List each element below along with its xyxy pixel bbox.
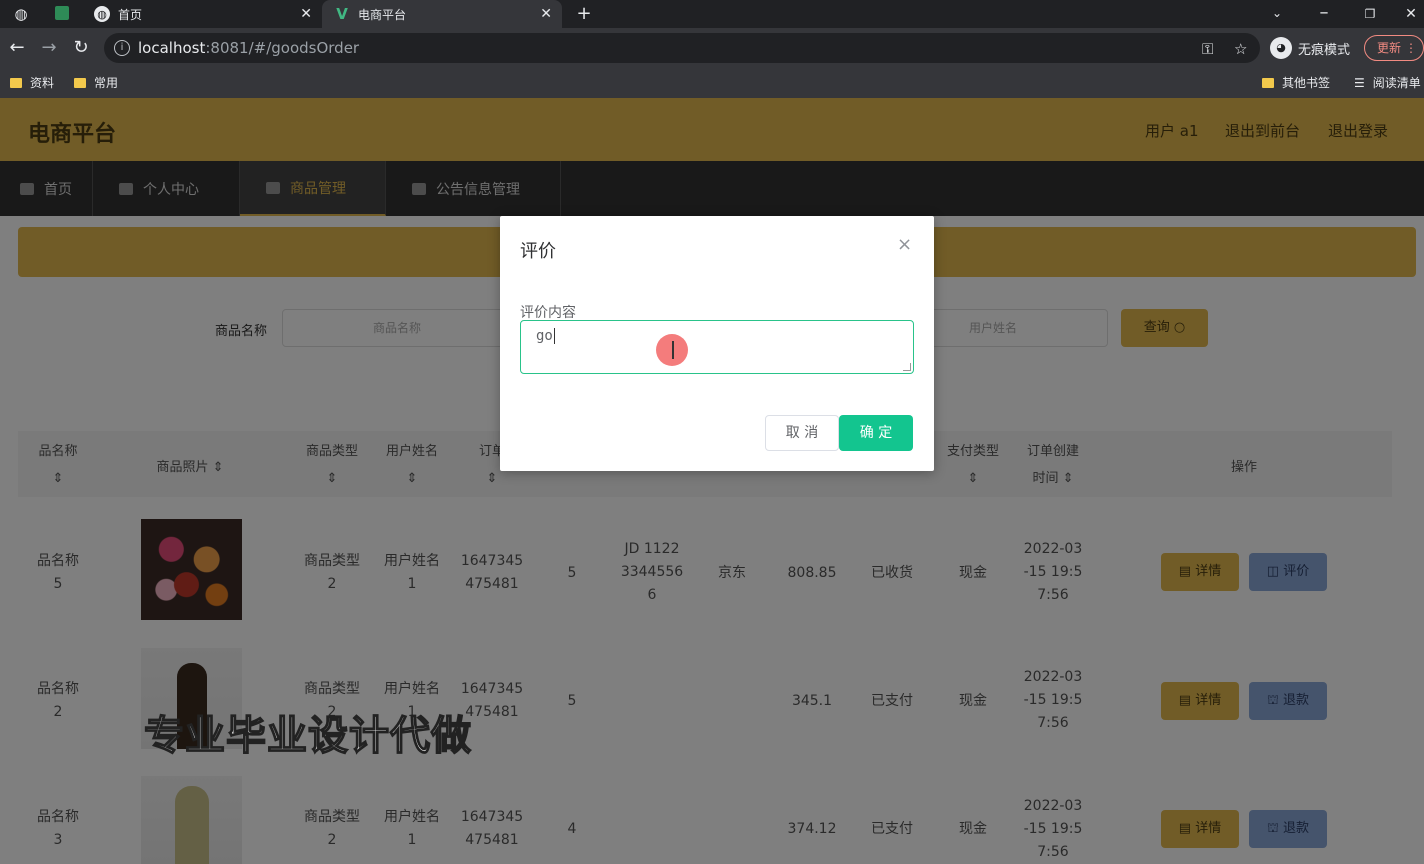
reading-list[interactable]: ☰ 阅读清单	[1354, 74, 1421, 91]
menu-icon: ⋮	[1405, 41, 1417, 55]
watermark-text: 专业毕业设计代做	[143, 712, 472, 760]
incognito-icon: ◕	[1270, 37, 1292, 59]
close-icon[interactable]: ×	[897, 234, 912, 255]
key-icon[interactable]: ⚿	[1202, 40, 1213, 58]
folder-icon	[10, 77, 22, 88]
review-content-label: 评价内容	[520, 305, 576, 321]
close-icon[interactable]: ✕	[300, 6, 312, 22]
close-window-icon[interactable]: ✕	[1400, 3, 1422, 25]
site-info-icon[interactable]: i	[114, 40, 130, 56]
chevron-down-icon[interactable]: ⌄	[1266, 2, 1288, 24]
new-tab-icon[interactable]: +	[573, 3, 595, 25]
bookmark-folder[interactable]: 常用	[74, 74, 118, 91]
globe-icon[interactable]: ◍	[10, 3, 32, 25]
confirm-button[interactable]: 确 定	[839, 415, 913, 451]
tab-ecommerce[interactable]: V 电商平台 ✕	[322, 0, 562, 28]
bookmarks-bar: 资料 常用 其他书签 ☰ 阅读清单	[0, 68, 1424, 98]
text-cursor-icon	[672, 341, 674, 359]
folder-icon	[74, 77, 86, 88]
resize-handle[interactable]	[903, 363, 911, 371]
url-text[interactable]: localhost:8081/#/goodsOrder	[138, 39, 359, 57]
update-button[interactable]: 更新 ⋮	[1364, 35, 1424, 61]
star-icon[interactable]: ☆	[1234, 40, 1247, 58]
restore-icon[interactable]: ❐	[1359, 3, 1381, 25]
vue-icon: V	[336, 5, 348, 23]
reload-icon[interactable]: ↻	[70, 37, 92, 59]
bookmark-folder[interactable]: 资料	[10, 74, 54, 91]
browser-tabbar: ◍ ◍ 首页 ✕ V 电商平台 ✕ + ⌄ – ❐ ✕	[0, 0, 1424, 28]
minimize-icon[interactable]: –	[1313, 2, 1335, 24]
tab-title: 电商平台	[358, 7, 407, 22]
other-bookmarks[interactable]: 其他书签	[1262, 74, 1330, 91]
dialog-title: 评价	[520, 241, 556, 262]
cancel-button[interactable]: 取 消	[765, 415, 839, 451]
close-icon[interactable]: ✕	[540, 6, 552, 22]
globe-icon: ◍	[94, 6, 110, 22]
spreadsheet-icon[interactable]	[55, 6, 69, 20]
folder-icon	[1262, 77, 1274, 88]
review-content-textarea[interactable]: go	[520, 320, 914, 374]
profile-button[interactable]: ◕ 无痕模式	[1270, 36, 1350, 60]
tab-home[interactable]: ◍ 首页 ✕	[82, 0, 322, 28]
address-bar[interactable]: i localhost:8081/#/goodsOrder	[104, 33, 1260, 63]
tab-title: 首页	[118, 7, 143, 22]
back-icon[interactable]: ←	[6, 37, 28, 59]
review-dialog: 评价 × 评价内容 go 取 消 确 定	[500, 216, 934, 471]
forward-icon[interactable]: →	[38, 37, 60, 59]
profile-label: 无痕模式	[1298, 42, 1351, 58]
reading-list-icon: ☰	[1354, 75, 1365, 90]
